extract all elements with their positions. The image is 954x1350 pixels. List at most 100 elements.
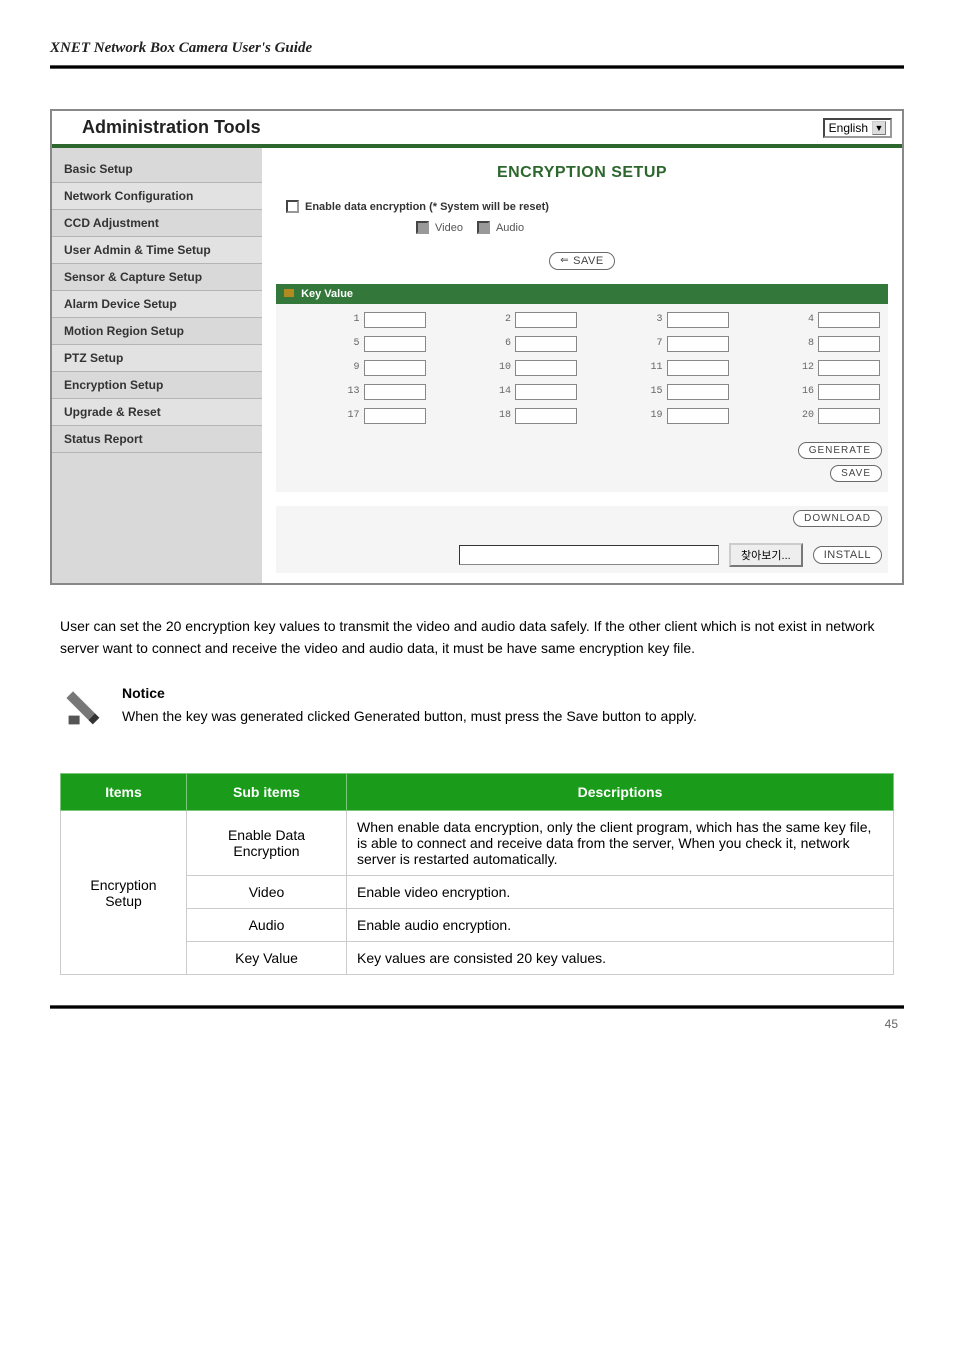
save-button-label: SAVE [573, 255, 604, 267]
cell-subitem: Audio [187, 909, 347, 942]
content-pane: ENCRYPTION SETUP Enable data encryption … [262, 148, 902, 583]
admin-header: Administration Tools English ▼ [52, 111, 902, 148]
kv-num: 1 [353, 314, 359, 325]
cell-desc: Enable video encryption. [347, 876, 894, 909]
generate-button[interactable]: GENERATE [798, 442, 882, 459]
sidebar-item-network-configuration[interactable]: Network Configuration [52, 183, 262, 210]
kv-input-4[interactable] [818, 312, 880, 328]
kv-input-11[interactable] [667, 360, 729, 376]
cell-subitem: Video [187, 876, 347, 909]
kv-input-5[interactable] [364, 336, 426, 352]
kv-input-20[interactable] [818, 408, 880, 424]
kv-num: 3 [656, 314, 662, 325]
sidebar-item-alarm-device[interactable]: Alarm Device Setup [52, 291, 262, 318]
kv-num: 11 [650, 362, 662, 373]
th-descriptions: Descriptions [347, 774, 894, 811]
cell-desc: Key values are consisted 20 key values. [347, 942, 894, 975]
video-label: Video [435, 222, 463, 234]
kv-input-15[interactable] [667, 384, 729, 400]
kv-num: 19 [650, 410, 662, 421]
save-button-2-label: SAVE [841, 468, 871, 479]
save-button-2[interactable]: SAVE [830, 465, 882, 482]
language-value: English [829, 121, 868, 135]
notice-pencil-icon [60, 685, 108, 733]
kv-num: 4 [808, 314, 814, 325]
cell-items: Encryption Setup [61, 811, 187, 975]
kv-input-9[interactable] [364, 360, 426, 376]
notice-block: Notice When the key was generated clicke… [60, 685, 894, 733]
sidebar-item-status-report[interactable]: Status Report [52, 426, 262, 453]
file-path-input[interactable] [459, 545, 719, 565]
kv-input-13[interactable] [364, 384, 426, 400]
kv-num: 8 [808, 338, 814, 349]
kv-input-8[interactable] [818, 336, 880, 352]
audio-checkbox[interactable] [477, 221, 490, 234]
audio-label: Audio [496, 222, 524, 234]
download-button-label: DOWNLOAD [804, 513, 871, 524]
sidebar-item-basic-setup[interactable]: Basic Setup [52, 156, 262, 183]
install-button[interactable]: INSTALL [813, 546, 882, 564]
sidebar-item-upgrade-reset[interactable]: Upgrade & Reset [52, 399, 262, 426]
kv-num: 13 [347, 386, 359, 397]
kv-input-17[interactable] [364, 408, 426, 424]
kv-input-19[interactable] [667, 408, 729, 424]
description-table: Items Sub items Descriptions Encryption … [60, 773, 894, 975]
enable-encryption-checkbox[interactable] [286, 200, 299, 213]
kv-num: 10 [499, 362, 511, 373]
video-checkbox[interactable] [416, 221, 429, 234]
kv-input-12[interactable] [818, 360, 880, 376]
sidebar-item-sensor-capture[interactable]: Sensor & Capture Setup [52, 264, 262, 291]
browse-button[interactable]: 찾아보기... [729, 543, 803, 567]
kv-input-14[interactable] [515, 384, 577, 400]
kv-num: 20 [802, 410, 814, 421]
admin-screenshot: Administration Tools English ▼ Basic Set… [50, 109, 904, 585]
kv-num: 9 [353, 362, 359, 373]
language-select[interactable]: English ▼ [823, 118, 892, 138]
kv-num: 5 [353, 338, 359, 349]
kv-input-10[interactable] [515, 360, 577, 376]
kv-input-1[interactable] [364, 312, 426, 328]
cell-subitem: Enable Data Encryption [187, 811, 347, 876]
kv-input-16[interactable] [818, 384, 880, 400]
download-button[interactable]: DOWNLOAD [793, 510, 882, 527]
kv-input-3[interactable] [667, 312, 729, 328]
body-paragraph: User can set the 20 encryption key value… [60, 615, 894, 660]
kv-num: 12 [802, 362, 814, 373]
generate-button-label: GENERATE [809, 445, 871, 456]
content-title: ENCRYPTION SETUP [276, 164, 888, 182]
th-items: Items [61, 774, 187, 811]
install-button-label: INSTALL [824, 549, 871, 561]
th-subitems: Sub items [187, 774, 347, 811]
kv-num: 14 [499, 386, 511, 397]
notice-body: When the key was generated clicked Gener… [122, 705, 697, 727]
kv-input-2[interactable] [515, 312, 577, 328]
kv-num: 6 [505, 338, 511, 349]
sidebar-item-ccd-adjustment[interactable]: CCD Adjustment [52, 210, 262, 237]
kv-input-7[interactable] [667, 336, 729, 352]
sidebar-item-encryption-setup[interactable]: Encryption Setup [52, 372, 262, 399]
key-value-header: Key Value [276, 284, 888, 304]
key-value-icon [284, 289, 294, 297]
cell-desc: When enable data encryption, only the cl… [347, 811, 894, 876]
enable-encryption-row: Enable data encryption (* System will be… [276, 196, 888, 217]
chevron-down-icon: ▼ [872, 121, 886, 135]
cell-desc: Enable audio encryption. [347, 909, 894, 942]
header-rule [50, 65, 904, 69]
sidebar-item-ptz-setup[interactable]: PTZ Setup [52, 345, 262, 372]
save-button[interactable]: ⇐ SAVE [549, 252, 614, 270]
kv-num: 18 [499, 410, 511, 421]
save-arrow-icon: ⇐ [560, 255, 569, 266]
key-value-grid: 1 2 3 4 5 6 7 8 9 10 11 12 13 14 15 16 1 [276, 304, 888, 432]
kv-input-6[interactable] [515, 336, 577, 352]
doc-title: XNET Network Box Camera User's Guide [50, 40, 904, 57]
kv-num: 16 [802, 386, 814, 397]
key-value-label: Key Value [301, 288, 353, 300]
kv-num: 7 [656, 338, 662, 349]
enable-encryption-label: Enable data encryption (* System will be… [305, 201, 549, 213]
cell-subitem: Key Value [187, 942, 347, 975]
sidebar-item-user-admin-time[interactable]: User Admin & Time Setup [52, 237, 262, 264]
sidebar: Basic Setup Network Configuration CCD Ad… [52, 148, 262, 583]
kv-input-18[interactable] [515, 408, 577, 424]
sidebar-item-motion-region[interactable]: Motion Region Setup [52, 318, 262, 345]
kv-num: 17 [347, 410, 359, 421]
